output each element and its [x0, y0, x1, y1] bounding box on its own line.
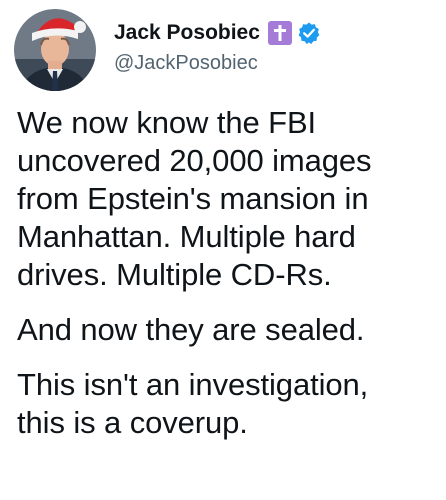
author-handle[interactable]: @JackPosobiec	[114, 52, 321, 75]
cross-icon	[267, 20, 292, 45]
author-display-name[interactable]: Jack Posobiec	[114, 21, 260, 45]
tweet-header: Jack Posobiec @JackPosobiec	[14, 8, 321, 92]
tweet-paragraph: And now they are sealed.	[17, 312, 365, 347]
author-identity: Jack Posobiec @JackPosobiec	[114, 18, 321, 75]
tweet-paragraph: This isn't an investigation, this is a c…	[17, 367, 369, 440]
name-row: Jack Posobiec	[114, 18, 321, 48]
avatar[interactable]	[14, 9, 96, 91]
verified-check-icon	[297, 21, 321, 45]
tweet-text: We now know the FBI uncovered 20,000 ima…	[17, 104, 437, 442]
tweet-card: Jack Posobiec @JackPosobiec We now know	[0, 0, 446, 500]
avatar-image	[14, 9, 96, 91]
tweet-paragraph: We now know the FBI uncovered 20,000 ima…	[17, 105, 372, 292]
